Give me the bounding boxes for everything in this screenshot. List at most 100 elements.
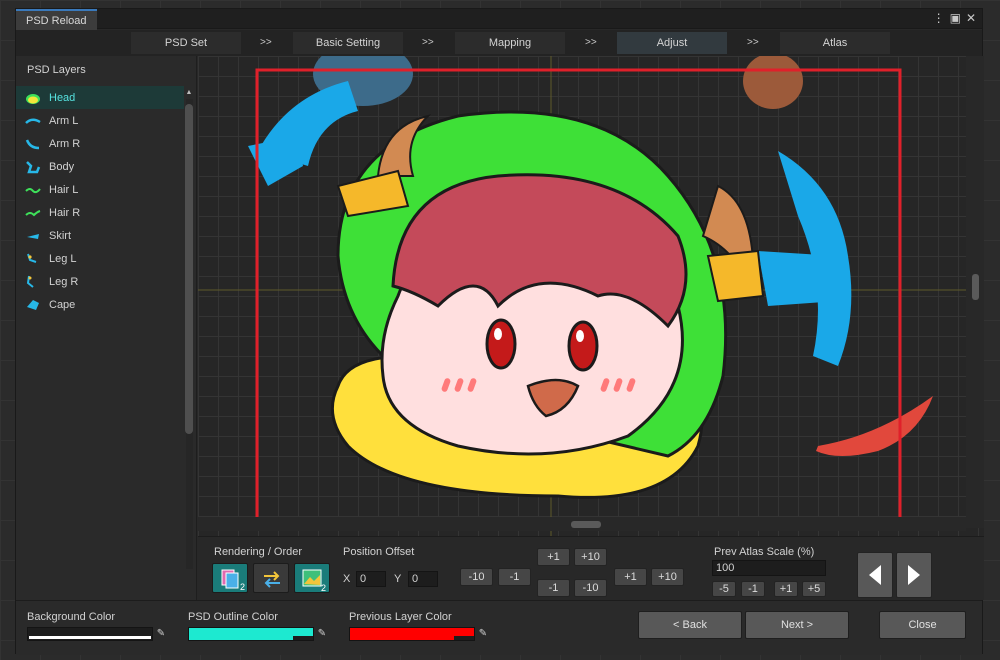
triangle-right-icon	[908, 565, 920, 585]
canvas-horizontal-scrollbar[interactable]	[198, 517, 966, 531]
scale-minus-5-button[interactable]: -5	[712, 581, 736, 597]
layer-label: Arm R	[49, 137, 81, 150]
layer-label: Arm L	[49, 114, 79, 127]
position-offset-label: Position Offset	[343, 546, 415, 558]
previous-layer-button[interactable]	[857, 552, 893, 598]
psd-reload-window: PSD Reload ⋮ ▣ ✕ PSD Set >> Basic Settin…	[15, 8, 984, 655]
layer-item-arm-r[interactable]: Arm R	[16, 132, 184, 155]
layer-item-hair-r[interactable]: Hair R	[16, 201, 184, 224]
swap-order-button[interactable]	[253, 563, 289, 593]
y-plus-10-button[interactable]: +10	[574, 548, 607, 566]
layer-label: Cape	[49, 298, 76, 311]
canvas-hscroll-thumb[interactable]	[571, 521, 601, 528]
layer-item-arm-l[interactable]: Arm L	[16, 109, 184, 132]
layer-item-skirt[interactable]: Skirt	[16, 224, 184, 247]
step-separator: >>	[747, 37, 759, 48]
layer-label: Skirt	[49, 229, 71, 242]
x-plus-1-button[interactable]: +1	[614, 568, 647, 586]
body-part-shape	[743, 56, 803, 109]
psd-layers-title: PSD Layers	[27, 64, 86, 76]
step-psd-set[interactable]: PSD Set	[131, 32, 241, 54]
layer-label: Hair R	[49, 206, 81, 219]
hair-r-thumbnail-icon	[25, 209, 41, 216]
canvas-vertical-scrollbar[interactable]	[966, 56, 984, 528]
eye-shape	[567, 320, 599, 372]
svg-text:2: 2	[240, 582, 245, 592]
eyedropper-icon[interactable]: ✎	[154, 627, 168, 641]
layer-label: Leg R	[49, 275, 79, 288]
x-offset-input[interactable]	[356, 571, 386, 587]
layer-list: Head Arm L Arm R Body Hair L Hair R Skir…	[16, 86, 184, 316]
y-minus-1-button[interactable]: -1	[537, 579, 570, 597]
layer-label: Hair L	[49, 183, 79, 196]
eyedropper-icon[interactable]: ✎	[315, 627, 329, 641]
next-button[interactable]: Next >	[745, 611, 849, 639]
more-options-icon[interactable]: ⋮	[933, 11, 945, 25]
layer-item-body[interactable]: Body	[16, 155, 184, 178]
layer-item-leg-l[interactable]: Leg L	[16, 247, 184, 270]
cape-thumbnail-icon	[27, 299, 39, 310]
alpha-indicator	[293, 636, 313, 640]
render-layers-button[interactable]: 2	[212, 563, 248, 593]
ribbon-shape	[706, 249, 765, 303]
layer-label: Head	[49, 91, 76, 104]
swap-arrows-icon	[264, 571, 280, 588]
step-atlas[interactable]: Atlas	[780, 32, 890, 54]
step-separator: >>	[260, 37, 272, 48]
y-minus-10-button[interactable]: -10	[574, 579, 607, 597]
step-separator: >>	[585, 37, 597, 48]
y-offset-input[interactable]	[408, 571, 438, 587]
psd-outline-color-swatch[interactable]	[188, 627, 314, 641]
close-window-icon[interactable]: ✕	[966, 11, 976, 25]
scale-minus-1-button[interactable]: -1	[741, 581, 765, 597]
render-image-button[interactable]: 2	[294, 563, 330, 593]
back-button[interactable]: < Back	[638, 611, 742, 639]
maximize-icon[interactable]: ▣	[950, 11, 961, 25]
prev-atlas-scale-input[interactable]	[712, 560, 826, 576]
background-color-field[interactable]: ✎	[27, 627, 167, 641]
x-minus-1-button[interactable]: -1	[498, 568, 531, 586]
x-label: X	[343, 573, 351, 585]
body-thumbnail-icon	[26, 160, 41, 173]
x-minus-10-button[interactable]: -10	[460, 568, 493, 586]
psd-outline-color-field[interactable]: ✎	[188, 627, 328, 641]
bottom-bar: Background Color ✎ PSD Outline Color ✎ P…	[16, 600, 982, 655]
step-mapping[interactable]: Mapping	[455, 32, 565, 54]
eye-highlight-shape	[576, 330, 584, 342]
layer-label: Body	[49, 160, 75, 173]
background-color-swatch[interactable]	[27, 627, 153, 641]
preview-canvas[interactable]	[198, 56, 984, 536]
arm-shape	[758, 251, 838, 306]
triangle-left-icon	[869, 565, 881, 585]
svg-text:2: 2	[321, 583, 326, 593]
previous-layer-color-swatch[interactable]	[349, 627, 475, 641]
arm-l-thumbnail-icon	[25, 118, 41, 124]
eyedropper-icon[interactable]: ✎	[476, 627, 490, 641]
rendering-order-label: Rendering / Order	[214, 546, 303, 558]
canvas-vscroll-thumb[interactable]	[972, 274, 979, 300]
layer-item-leg-r[interactable]: Leg R	[16, 270, 184, 293]
y-plus-1-button[interactable]: +1	[537, 548, 570, 566]
prev-atlas-scale-label: Prev Atlas Scale (%)	[714, 546, 815, 558]
window-title-tab[interactable]: PSD Reload	[16, 9, 97, 30]
step-adjust[interactable]: Adjust	[617, 32, 727, 54]
layer-item-head[interactable]: Head	[16, 86, 184, 109]
eye-shape	[485, 318, 517, 370]
step-separator: >>	[422, 37, 434, 48]
close-button[interactable]: Close	[879, 611, 966, 639]
layers-scrollbar[interactable]: ▲	[184, 89, 194, 594]
step-basic-setting[interactable]: Basic Setting	[293, 32, 403, 54]
scrollbar-thumb[interactable]	[185, 104, 193, 434]
scale-plus-1-button[interactable]: +1	[774, 581, 798, 597]
layer-item-hair-l[interactable]: Hair L	[16, 178, 184, 201]
x-plus-10-button[interactable]: +10	[651, 568, 684, 586]
previous-layer-color-field[interactable]: ✎	[349, 627, 489, 641]
eye-highlight-shape	[494, 328, 502, 340]
next-layer-button[interactable]	[896, 552, 932, 598]
scale-plus-5-button[interactable]: +5	[802, 581, 826, 597]
skirt-thumbnail-icon	[27, 233, 39, 239]
scroll-up-icon[interactable]: ▲	[184, 89, 194, 96]
step-navigation: PSD Set >> Basic Setting >> Mapping >> A…	[16, 30, 982, 56]
y-label: Y	[394, 573, 402, 585]
layer-item-cape[interactable]: Cape	[16, 293, 184, 316]
